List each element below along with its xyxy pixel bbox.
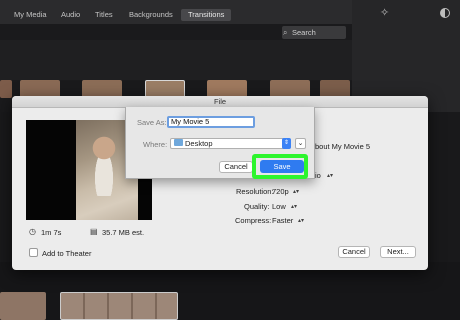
clock-icon: ◷ <box>29 227 36 236</box>
transition-thumbnail[interactable] <box>0 80 12 98</box>
duration-value: 1m 7s <box>41 228 62 237</box>
aspect-ratio-partial: io <box>315 171 321 180</box>
file-icon: ▤ <box>90 227 98 236</box>
save-as-input[interactable]: My Movie 5 <box>167 116 255 128</box>
magic-wand-icon[interactable]: ✧ <box>380 6 389 19</box>
search-icon: ⌕ <box>283 28 288 37</box>
add-to-theater-checkbox[interactable] <box>29 248 38 257</box>
where-select[interactable]: Desktop <box>170 138 290 149</box>
tab-titles[interactable]: Titles <box>88 9 120 21</box>
resolution-stepper-icon[interactable]: ▴▾ <box>293 188 299 195</box>
quality-value[interactable]: Low <box>272 202 286 211</box>
file-size-value: 35.7 MB est. <box>102 228 145 237</box>
quality-stepper-icon[interactable]: ▴▾ <box>291 203 297 210</box>
cancel-button[interactable]: Cancel <box>338 246 370 258</box>
tab-transitions[interactable]: Transitions <box>181 9 232 21</box>
resolution-value[interactable]: 720p <box>272 187 289 196</box>
add-to-theater-label: Add to Theater <box>42 249 92 258</box>
next-button[interactable]: Next... <box>380 246 416 258</box>
save-button[interactable]: Save <box>260 160 304 173</box>
compress-label: Compress: <box>235 216 272 225</box>
resolution-label: Resolution: <box>236 187 274 196</box>
timeline-clip[interactable] <box>0 292 46 320</box>
preview-subject <box>90 136 118 196</box>
quality-label: Quality: <box>244 202 270 211</box>
save-as-label: Save As: <box>137 118 167 127</box>
select-arrows-icon[interactable]: ⇕ <box>282 138 291 149</box>
tab-backgrounds[interactable]: Backgrounds <box>122 9 180 21</box>
expand-chevron-icon[interactable]: ⌄ <box>295 138 306 149</box>
timeline-clip[interactable] <box>60 292 178 320</box>
folder-icon <box>174 139 183 146</box>
search-field[interactable]: Search <box>282 26 346 39</box>
ratio-stepper-icon[interactable]: ▴▾ <box>327 172 333 179</box>
color-balance-icon[interactable] <box>440 8 450 18</box>
compress-stepper-icon[interactable]: ▴▾ <box>298 217 304 224</box>
where-label: Where: <box>143 140 168 149</box>
sheet-cancel-button[interactable]: Cancel <box>219 161 253 173</box>
tab-audio[interactable]: Audio <box>54 9 87 21</box>
tab-my-media[interactable]: My Media <box>7 9 54 21</box>
media-browser <box>0 40 352 80</box>
compress-value[interactable]: Faster <box>272 216 293 225</box>
description-text: bout My Movie 5 <box>315 142 371 151</box>
